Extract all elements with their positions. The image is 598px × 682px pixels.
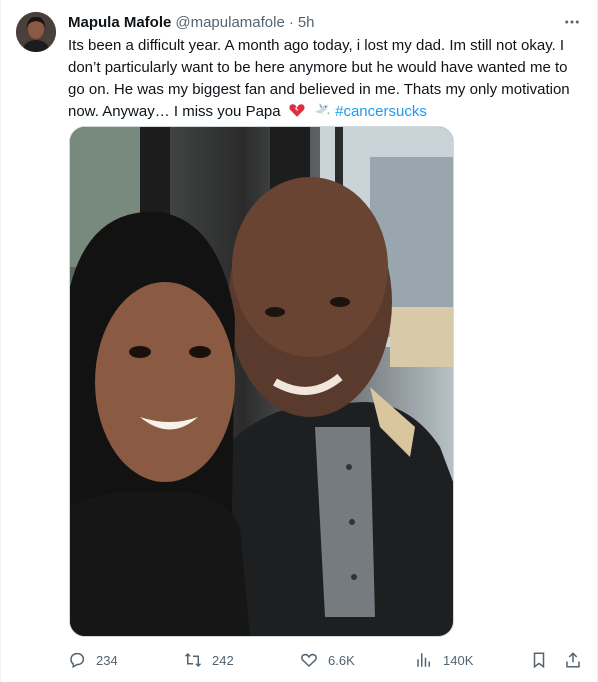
reply-count: 234 [96,652,118,668]
tweet-photo[interactable] [69,126,454,637]
reply-button[interactable]: 234 [68,651,118,669]
tweet-header: Mapula Mafole @mapulamafole · 5h [68,12,582,32]
bookmark-button[interactable] [530,651,558,669]
reply-icon [70,652,85,669]
share-button[interactable] [564,651,592,669]
author-handle[interactable]: @mapulamafole [175,14,284,31]
author-name[interactable]: Mapula Mafole [68,14,171,31]
more-options-icon[interactable] [562,12,582,32]
avatar[interactable] [16,12,56,52]
action-bar: 234 242 6.6K 140K [68,649,584,671]
like-button[interactable]: 6.6K [300,651,355,669]
timestamp[interactable]: 5h [298,14,315,31]
bookmark-icon [533,652,545,669]
retweet-button[interactable]: 242 [184,651,234,669]
left-divider [0,0,1,682]
views-button[interactable]: 140K [415,651,473,669]
views-count: 140K [443,652,474,668]
like-count: 6.6K [328,652,355,668]
tweet-article[interactable]: Mapula Mafole @mapulamafole · 5h Its bee… [0,0,598,682]
broken-heart-icon [288,101,306,126]
retweet-icon [184,652,202,668]
separator-dot: · [288,13,294,31]
tweet-text: Its been a difficult year. A month ago t… [68,35,584,126]
dove-icon [313,101,331,126]
views-icon [417,653,430,667]
retweet-count: 242 [212,652,234,668]
hashtag-link[interactable]: #cancersucks [335,103,427,120]
share-icon [566,652,580,668]
heart-icon [301,653,317,668]
